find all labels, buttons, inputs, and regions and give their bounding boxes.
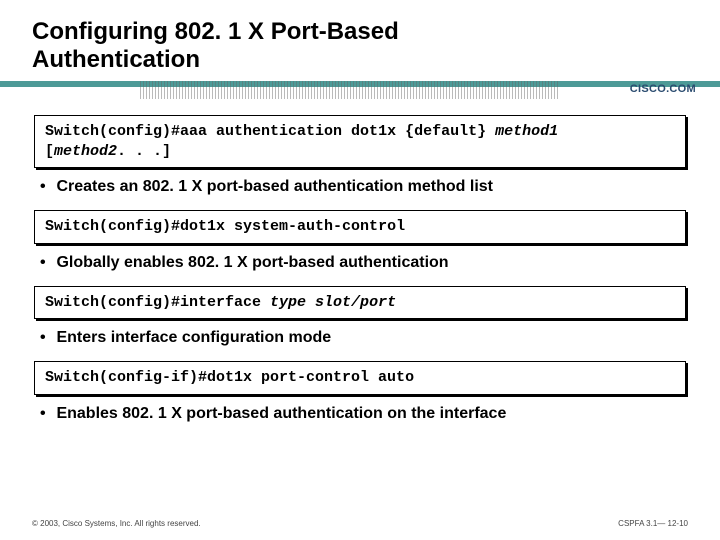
page-title: Configuring 802. 1 X Port-Based Authenti… [32, 18, 688, 73]
slide: Configuring 802. 1 X Port-Based Authenti… [0, 0, 720, 540]
command-box-2: Switch(config)#dot1x system-auth-control [34, 210, 686, 244]
cmd1-keyword: aaa authentication dot1x [180, 123, 405, 140]
command-box-4: Switch(config-if)#dot1x port-control aut… [34, 361, 686, 395]
title-line-2: Authentication [32, 46, 200, 73]
cmd1-method1: method1 [486, 123, 558, 140]
bullet-1-text: Creates an 802. 1 X port-based authentic… [56, 178, 493, 195]
cmd1-m2-open: [ [45, 143, 54, 160]
bullet-dot: • [40, 254, 52, 272]
cmd1-prompt: Switch(config)# [45, 123, 180, 140]
bullet-4: • Enables 802. 1 X port-based authentica… [40, 405, 688, 423]
bullet-dot: • [40, 178, 52, 196]
bullet-2: • Globally enables 802. 1 X port-based a… [40, 254, 688, 272]
footer-pagecode: CSPFA 3.1— 12-10 [618, 519, 688, 528]
bullet-4-text: Enables 802. 1 X port-based authenticati… [56, 405, 506, 422]
cmd3-prompt: Switch(config)# [45, 294, 180, 311]
cmd1-brace: {default} [405, 123, 486, 140]
bullet-3: • Enters interface configuration mode [40, 329, 688, 347]
cmd1-method2: method2 [54, 143, 117, 160]
command-box-1: Switch(config)#aaa authentication dot1x … [34, 115, 686, 168]
cmd4-keyword: dot1x port-control auto [207, 369, 414, 386]
footer-copyright: © 2003, Cisco Systems, Inc. All rights r… [32, 519, 201, 528]
bullet-2-text: Globally enables 802. 1 X port-based aut… [56, 254, 448, 271]
bullet-1: • Creates an 802. 1 X port-based authent… [40, 178, 688, 196]
bullet-dot: • [40, 329, 52, 347]
cmd3-arg: type slot/port [270, 294, 396, 311]
title-line-1: Configuring 802. 1 X Port-Based [32, 18, 399, 45]
cmd2-keyword: dot1x system-auth-control [180, 218, 405, 235]
cisco-logo: CISCO.COM [630, 83, 696, 95]
divider: CISCO.COM [0, 81, 720, 101]
cmd4-prompt: Switch(config-if)# [45, 369, 207, 386]
divider-hatch [140, 81, 560, 99]
bullet-dot: • [40, 405, 52, 423]
command-box-3: Switch(config)#interface type slot/port [34, 286, 686, 320]
cmd3-keyword: interface [180, 294, 270, 311]
cmd2-prompt: Switch(config)# [45, 218, 180, 235]
footer: © 2003, Cisco Systems, Inc. All rights r… [32, 519, 688, 528]
cmd1-m2-rest: . . .] [117, 143, 171, 160]
bullet-3-text: Enters interface configuration mode [56, 329, 331, 346]
